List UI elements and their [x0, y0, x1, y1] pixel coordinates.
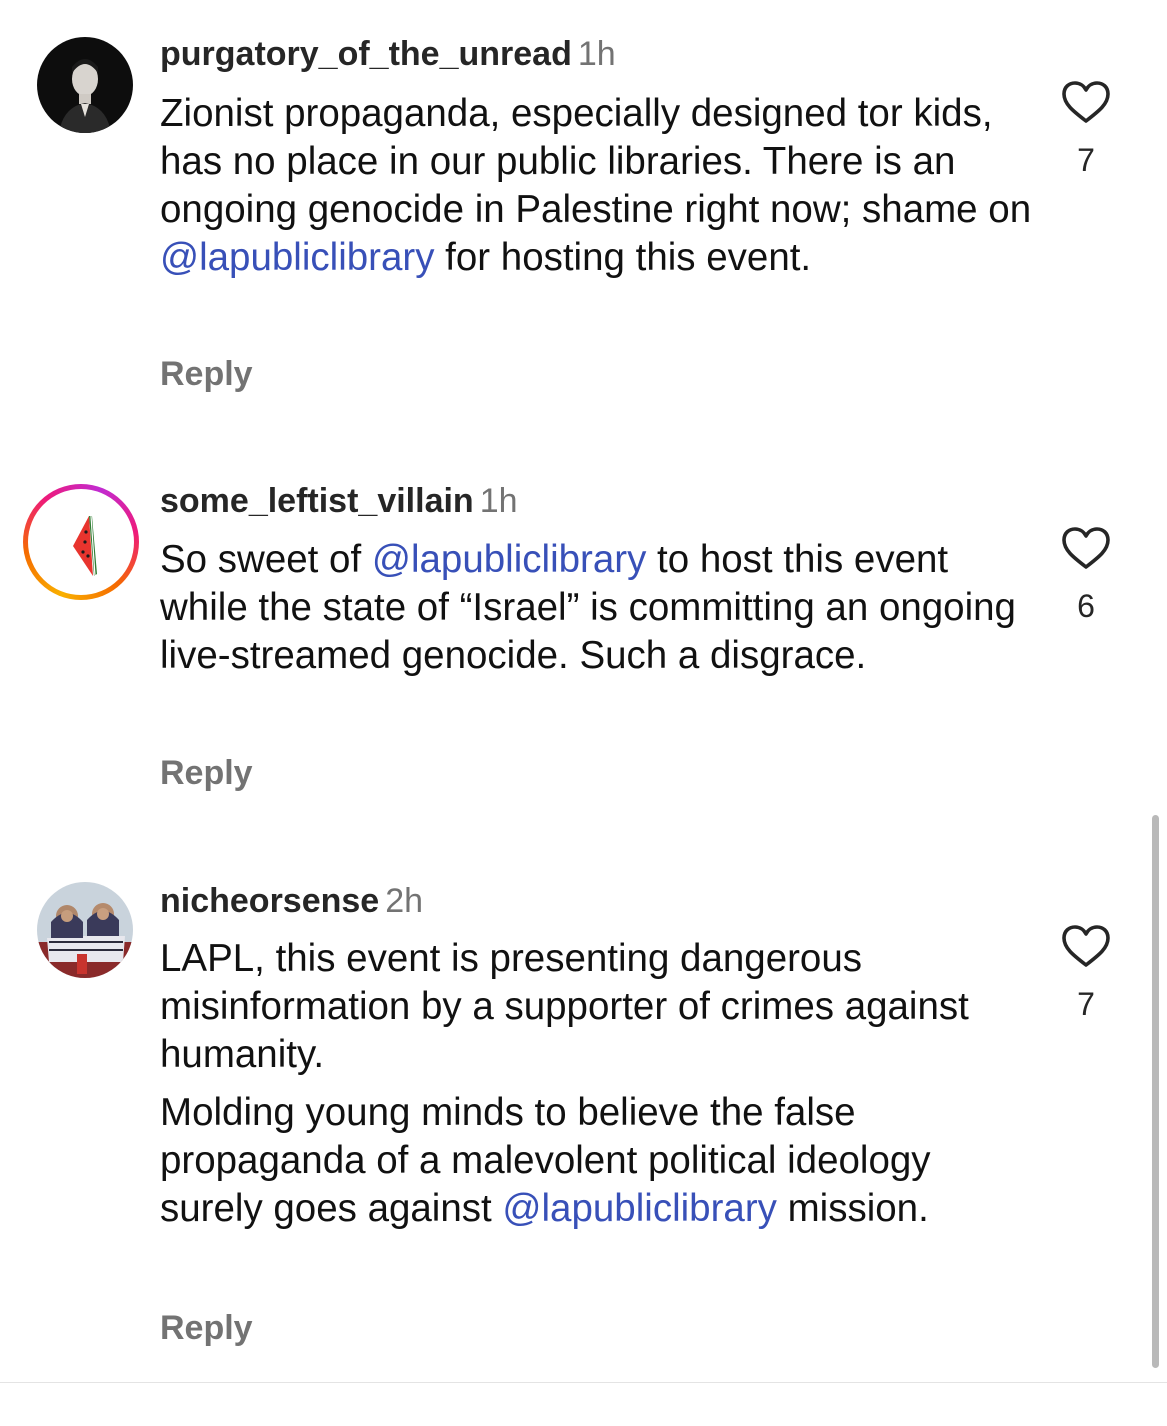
like-button[interactable]: 7 [1058, 924, 1114, 1022]
group-photo-avatar-icon [37, 882, 133, 978]
divider [0, 1382, 1167, 1383]
comment-text: So sweet of @lapubliclibrary to host thi… [160, 536, 1040, 680]
comment-paragraph: Molding young minds to believe the false… [160, 1089, 1040, 1233]
comment-paragraph: LAPL, this event is presenting dangerous… [160, 935, 1040, 1079]
comment-timestamp: 1h [479, 482, 518, 520]
comment-username[interactable]: some_leftist_villain [160, 482, 474, 520]
comment-username[interactable]: nicheorsense [160, 882, 379, 920]
comment-timestamp: 1h [577, 35, 616, 73]
comment-header: some_leftist_villain 1h [160, 481, 518, 521]
like-button[interactable]: 7 [1058, 80, 1114, 178]
heart-outline-icon [1062, 527, 1110, 569]
like-button[interactable]: 6 [1058, 526, 1114, 624]
user-avatar[interactable] [37, 882, 133, 978]
comment-header: nicheorsense 2h [160, 881, 423, 921]
comment-text-run: So sweet of [160, 538, 372, 581]
mention-link[interactable]: @lapubliclibrary [502, 1187, 776, 1230]
user-avatar[interactable] [37, 37, 133, 133]
comment-text-run: Zionist propaganda, especially designed … [160, 92, 1032, 231]
comment-header: purgatory_of_the_unread 1h [160, 34, 616, 74]
comment-username[interactable]: purgatory_of_the_unread [160, 35, 572, 73]
story-ring-avatar[interactable] [23, 484, 139, 600]
comment-text: Zionist propaganda, especially designed … [160, 90, 1040, 282]
comments-panel: purgatory_of_the_unread 1h Zionist propag… [0, 0, 1167, 1426]
like-count: 6 [1077, 588, 1095, 624]
comment-paragraph: So sweet of @lapubliclibrary to host thi… [160, 536, 1040, 680]
comment-text-run: for hosting this event. [434, 236, 812, 279]
comment-text-run: mission. [776, 1187, 929, 1230]
reply-button[interactable]: Reply [160, 753, 253, 793]
heart-outline-icon [1062, 925, 1110, 967]
mention-link[interactable]: @lapubliclibrary [372, 538, 646, 581]
watermelon-avatar-icon [33, 494, 129, 590]
comment-timestamp: 2h [385, 882, 424, 920]
heart-outline-icon [1062, 81, 1110, 123]
comment-text-run: LAPL, this event is presenting dangerous… [160, 937, 969, 1076]
reply-button[interactable]: Reply [160, 354, 253, 394]
man-portrait-avatar-icon [37, 37, 133, 133]
like-count: 7 [1077, 986, 1095, 1022]
user-avatar [33, 494, 129, 590]
mention-link[interactable]: @lapubliclibrary [160, 236, 434, 279]
comment-paragraph: Zionist propaganda, especially designed … [160, 90, 1040, 282]
scrollbar-thumb[interactable] [1152, 815, 1159, 1368]
like-count: 7 [1077, 142, 1095, 178]
reply-button[interactable]: Reply [160, 1308, 253, 1348]
comment-text: LAPL, this event is presenting dangerous… [160, 935, 1040, 1233]
